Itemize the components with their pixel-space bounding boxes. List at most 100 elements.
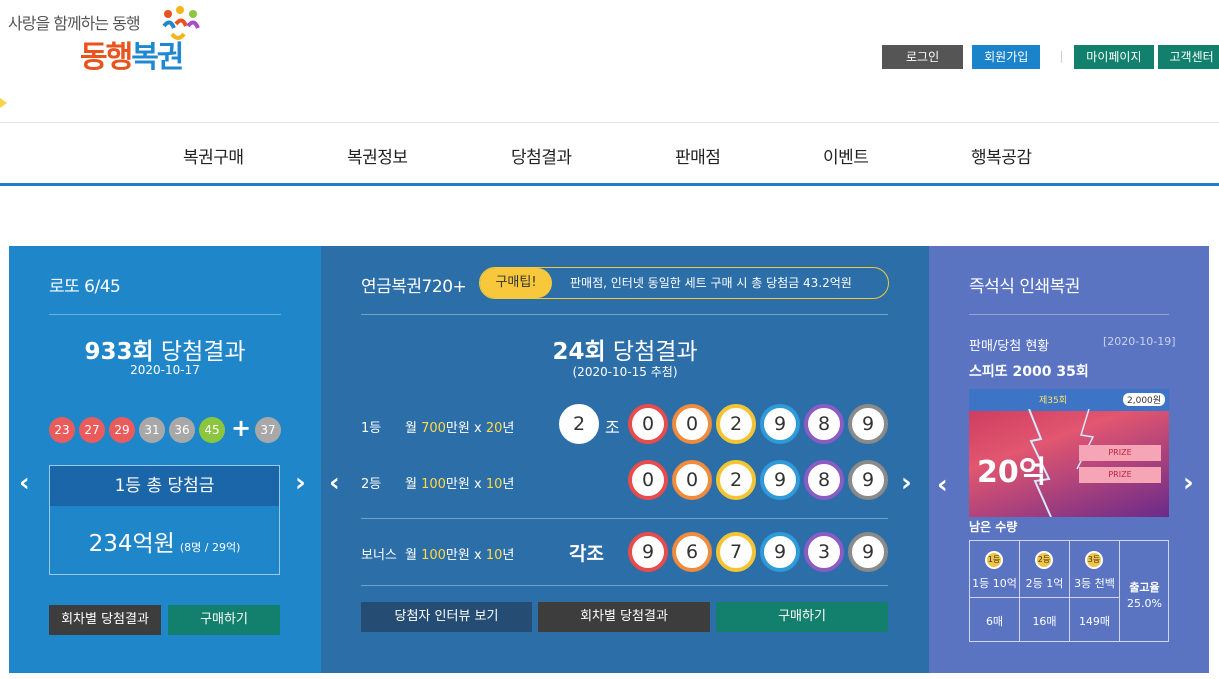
- bonus-amount-value: 100: [421, 548, 446, 563]
- count-cell: 16매: [1032, 615, 1057, 628]
- lotto-round: 933회: [84, 339, 154, 365]
- side-tab-marker: [0, 98, 7, 108]
- nav-item-results[interactable]: 당첨결과: [511, 143, 572, 168]
- rank1-years: 20: [485, 421, 503, 436]
- main-navigation: 복권구매 복권정보 당첨결과 판매점 이벤트 행복공감: [0, 122, 1219, 186]
- lotto-ball: 31: [139, 417, 165, 443]
- lotto-prize-amount: 234억원: [88, 531, 175, 557]
- nav-item-events[interactable]: 이벤트: [823, 143, 869, 168]
- nav-item-community[interactable]: 행복공감: [971, 143, 1032, 168]
- rank1-pre: 월: [405, 421, 422, 436]
- join-button[interactable]: 회원가입: [972, 45, 1041, 69]
- lotto-buy-button[interactable]: 구매하기: [168, 605, 280, 635]
- instant-next-arrow-icon[interactable]: ›: [1183, 468, 1194, 498]
- lotto-prize-head: 1등 총 당첨금: [50, 466, 279, 506]
- bonus-amount: 월 100만원 x 10년: [405, 544, 514, 563]
- bonus-number: 9: [848, 532, 888, 572]
- card-prize-tag: PRIZE: [1079, 467, 1161, 483]
- nav-item-buy[interactable]: 복권구매: [183, 143, 244, 168]
- card-round: 제35회: [1039, 396, 1068, 406]
- lotto-history-button[interactable]: 회차별 당첨결과: [49, 605, 161, 635]
- divider: [970, 597, 1119, 598]
- medal-1-icon: 1등: [985, 551, 1003, 569]
- bonus-number: 9: [628, 532, 668, 572]
- lotto-ball: 36: [169, 417, 195, 443]
- rank1-amount-value: 700: [421, 421, 446, 436]
- rank2-suffix: 년: [502, 477, 515, 492]
- lotto-panel: 로또 6/45 933회 당첨결과 2020-10-17 23 27 29 31…: [9, 246, 321, 673]
- card-big-prize: 20억: [977, 455, 1047, 490]
- tip-badge: 구매팁!: [480, 268, 552, 298]
- pension-next-arrow-icon[interactable]: ›: [901, 468, 912, 498]
- pension-panel: 연금복권720+ 구매팁! 판매점, 인터넷 동일한 세트 구매 시 총 당첨금…: [321, 246, 929, 673]
- bonus-number: 7: [716, 532, 756, 572]
- divider: [361, 585, 888, 586]
- card-price: 2,000원: [1123, 393, 1166, 406]
- remaining-label: 남은 수량: [969, 520, 1018, 534]
- speetto-card-image[interactable]: 제35회 2,000원 20억 PRIZE PRIZE: [969, 389, 1169, 517]
- instant-prev-arrow-icon[interactable]: ‹: [937, 470, 948, 500]
- bonus-label: 보너스: [361, 548, 397, 563]
- login-button[interactable]: 로그인: [882, 45, 964, 69]
- rank2-unit: 만원 x: [445, 477, 486, 492]
- tip-text: 판매점, 인터넷 동일한 세트 구매 시 총 당첨금 43.2억원: [570, 276, 852, 290]
- nav-item-stores[interactable]: 판매점: [675, 143, 721, 168]
- instant-panel: 즉석식 인쇄복권 판매/당첨 현황 [2020-10-19] 스피또 2000 …: [929, 246, 1209, 673]
- divider: [361, 518, 888, 519]
- divider: [49, 314, 281, 315]
- bonus-years: 10: [485, 548, 503, 563]
- lotto-next-arrow-icon[interactable]: ›: [295, 468, 306, 498]
- lotto-ball: 45: [199, 417, 225, 443]
- medal-3-icon: 3등: [1085, 551, 1103, 569]
- ratio-value: 25.0%: [1127, 597, 1162, 610]
- mypage-button[interactable]: 마이페이지: [1074, 45, 1154, 69]
- divider: [969, 314, 1169, 315]
- pension-round: 24회: [552, 339, 606, 365]
- rank1-label: 1등: [361, 421, 382, 436]
- pension-date: (2020-10-15 추첨): [572, 365, 678, 379]
- rank2-number: 2: [716, 460, 756, 500]
- rank1-unit: 만원 x: [445, 421, 486, 436]
- pension-prev-arrow-icon[interactable]: ‹: [329, 468, 340, 498]
- rank1-suffix: 년: [502, 421, 515, 436]
- lotto-ball: 27: [79, 417, 105, 443]
- instant-status-label: 판매/당첨 현황: [969, 339, 1050, 354]
- remaining-table: 1등 2등 3등 1등 10억 2등 1억 3등 천백 6매 16매 149매 …: [969, 540, 1169, 642]
- nav-item-info[interactable]: 복권정보: [347, 143, 408, 168]
- rank2-number: 9: [760, 460, 800, 500]
- lotto-prize-detail: (8명 / 29억): [179, 541, 241, 554]
- lotto-prev-arrow-icon[interactable]: ‹: [19, 468, 30, 498]
- utility-divider: [1061, 51, 1063, 63]
- rank1-group-ball: 2: [559, 404, 599, 444]
- rank1-number: 0: [672, 404, 712, 444]
- pension-buy-button[interactable]: 구매하기: [716, 602, 888, 632]
- rank2-number: 9: [848, 460, 888, 500]
- rank1-jo: 조: [605, 418, 620, 437]
- logo-figure-icon: [162, 6, 200, 40]
- bonus-group-text: 각조: [569, 543, 604, 565]
- rank-cell: 1등 10억: [972, 577, 1017, 590]
- lotto-title: 로또 6/45: [49, 277, 121, 297]
- rank2-number: 0: [628, 460, 668, 500]
- lotto-bonus-ball: 37: [255, 417, 281, 443]
- bonus-unit: 만원 x: [445, 548, 486, 563]
- rank1-number: 2: [716, 404, 756, 444]
- logo[interactable]: 사랑을 함께하는 동행 동행복권: [8, 6, 200, 75]
- support-button[interactable]: 고객센터: [1157, 45, 1219, 69]
- rank2-number: 0: [672, 460, 712, 500]
- logo-tagline: 사랑을 함께하는 동행: [8, 14, 141, 33]
- pension-history-button[interactable]: 회차별 당첨결과: [538, 602, 710, 632]
- lotto-prize-box: 1등 총 당첨금 234억원 (8명 / 29억): [49, 465, 280, 575]
- pension-round-heading: 24회 당첨결과: [321, 332, 929, 366]
- header: 사랑을 함께하는 동행 동행복권 로그인 회원가입 마이페이지 고객센터: [0, 0, 1219, 122]
- rank-cell: 3등 천백: [1074, 577, 1115, 590]
- rank1-number: 9: [848, 404, 888, 444]
- winner-interview-button[interactable]: 당첨자 인터뷰 보기: [361, 602, 532, 632]
- bonus-number: 3: [804, 532, 844, 572]
- count-cell: 149매: [1078, 615, 1111, 628]
- instant-product-name: 스피또 2000 35회: [969, 364, 1089, 380]
- rank-cell: 2등 1억: [1025, 577, 1064, 590]
- logo-name-a: 동행: [80, 40, 133, 75]
- rank2-years: 10: [485, 477, 503, 492]
- count-cell: 6매: [985, 615, 1004, 628]
